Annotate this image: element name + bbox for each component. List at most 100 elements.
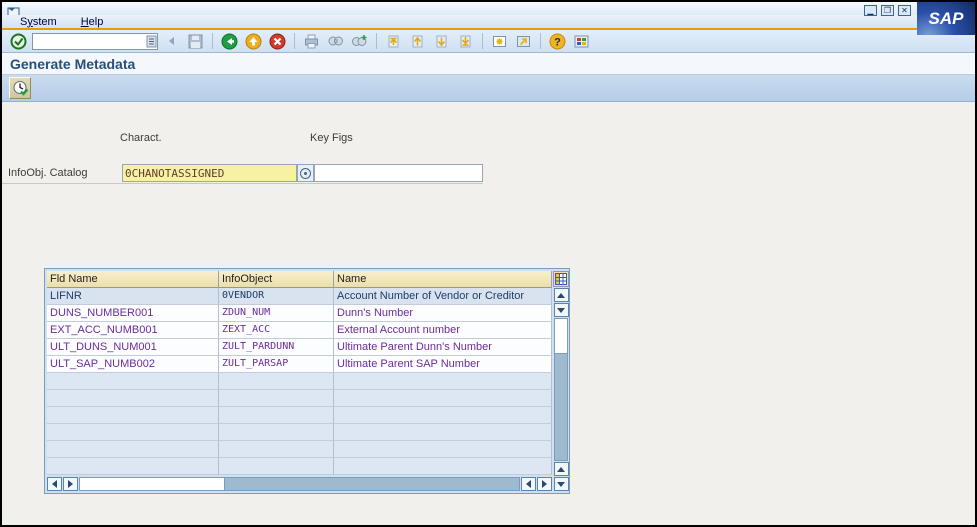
help-icon[interactable]: ? bbox=[547, 32, 568, 51]
table-settings-icon[interactable] bbox=[553, 271, 569, 287]
cell-fld-name[interactable]: DUNS_NUMBER001 bbox=[47, 305, 219, 322]
cell-name[interactable]: External Account number bbox=[334, 322, 552, 339]
catalog-label: InfoObj. Catalog bbox=[8, 167, 88, 179]
cell-name[interactable]: Ultimate Parent SAP Number bbox=[334, 356, 552, 373]
column-header-infoobject[interactable]: InfoObject bbox=[219, 271, 334, 288]
title-strip: Generate Metadata bbox=[2, 53, 975, 75]
scroll-right-end-button[interactable] bbox=[537, 476, 552, 491]
cell-empty[interactable] bbox=[334, 390, 552, 407]
table-row-empty[interactable] bbox=[47, 373, 552, 390]
cell-infoobject[interactable]: ZEXT_ACC bbox=[219, 322, 334, 339]
cancel-icon[interactable] bbox=[267, 32, 288, 51]
table-row-empty[interactable] bbox=[47, 390, 552, 407]
last-page-icon[interactable] bbox=[455, 32, 476, 51]
table-row-empty[interactable] bbox=[47, 458, 552, 475]
table-row[interactable]: ULT_SAP_NUMB002 ZULT_PARSAP Ultimate Paren… bbox=[47, 356, 552, 373]
scroll-left-button[interactable] bbox=[47, 476, 62, 491]
cell-empty[interactable] bbox=[47, 458, 219, 475]
vertical-scrollbar bbox=[553, 271, 569, 491]
cell-empty[interactable] bbox=[219, 373, 334, 390]
table-row-empty[interactable] bbox=[47, 424, 552, 441]
table-row[interactable]: ULT_DUNS_NUM001 ZULT_PARDUNN Ultimate Pare… bbox=[47, 339, 552, 356]
print-icon[interactable] bbox=[301, 32, 322, 51]
value-help-button[interactable] bbox=[297, 164, 314, 182]
cell-empty[interactable] bbox=[219, 407, 334, 424]
find-next-icon[interactable] bbox=[349, 32, 370, 51]
cell-fld-name[interactable]: ULT_DUNS_NUM001 bbox=[47, 339, 219, 356]
horizontal-scroll-thumb[interactable] bbox=[80, 477, 225, 490]
table-row-empty[interactable] bbox=[47, 407, 552, 424]
menubar: System Help bbox=[2, 15, 975, 28]
column-header-fld-name[interactable]: Fld Name bbox=[47, 271, 219, 288]
save-icon[interactable] bbox=[185, 32, 206, 51]
command-input[interactable] bbox=[33, 34, 146, 48]
vertical-scroll-thumb[interactable] bbox=[555, 319, 567, 354]
cell-name[interactable]: Account Number of Vendor or Creditor bbox=[334, 288, 552, 305]
command-combo-icon[interactable] bbox=[146, 35, 157, 48]
shortcut-icon[interactable] bbox=[513, 32, 534, 51]
scroll-down-button[interactable] bbox=[553, 303, 569, 317]
scroll-up-button[interactable] bbox=[553, 288, 569, 302]
menu-help[interactable]: Help bbox=[81, 16, 104, 28]
cell-empty[interactable] bbox=[219, 390, 334, 407]
customize-layout-icon[interactable] bbox=[571, 32, 592, 51]
back-icon[interactable] bbox=[219, 32, 240, 51]
cell-empty[interactable] bbox=[334, 424, 552, 441]
cell-infoobject[interactable]: ZDUN_NUM bbox=[219, 305, 334, 322]
find-icon[interactable] bbox=[325, 32, 346, 51]
cell-empty[interactable] bbox=[219, 441, 334, 458]
cell-empty[interactable] bbox=[47, 373, 219, 390]
table-row[interactable]: EXT_ACC_NUMB001 ZEXT_ACC External Account … bbox=[47, 322, 552, 339]
execute-button[interactable] bbox=[9, 77, 31, 99]
menu-system[interactable]: System bbox=[20, 16, 57, 28]
previous-page-icon[interactable] bbox=[407, 32, 428, 51]
command-field[interactable] bbox=[32, 32, 158, 50]
cell-fld-name[interactable]: EXT_ACC_NUMB001 bbox=[47, 322, 219, 339]
restore-button[interactable]: ❐ bbox=[881, 5, 894, 16]
cell-empty[interactable] bbox=[334, 407, 552, 424]
cell-empty[interactable] bbox=[219, 458, 334, 475]
cell-infoobject[interactable]: ZULT_PARDUNN bbox=[219, 339, 334, 356]
catalog-input[interactable] bbox=[122, 164, 297, 182]
cell-empty[interactable] bbox=[47, 407, 219, 424]
first-page-icon[interactable] bbox=[383, 32, 404, 51]
cell-fld-name[interactable]: ULT_SAP_NUMB002 bbox=[47, 356, 219, 373]
cell-empty[interactable] bbox=[219, 424, 334, 441]
keyfigs-input[interactable] bbox=[314, 164, 483, 182]
cell-fld-name[interactable]: LIFNR bbox=[47, 288, 219, 305]
toolbar-separator bbox=[376, 33, 377, 49]
titlebar bbox=[2, 2, 975, 17]
scroll-up-end-button[interactable] bbox=[553, 462, 569, 476]
vertical-scroll-track[interactable] bbox=[554, 318, 568, 461]
minimize-button[interactable]: ▁ bbox=[864, 5, 877, 16]
scroll-right-button[interactable] bbox=[63, 476, 78, 491]
cell-infoobject[interactable]: 0VENDOR bbox=[219, 288, 334, 305]
horizontal-scroll-track[interactable] bbox=[79, 476, 520, 491]
cell-empty[interactable] bbox=[334, 458, 552, 475]
table-row-empty[interactable] bbox=[47, 441, 552, 458]
scroll-left-end-button[interactable] bbox=[521, 476, 536, 491]
cell-empty[interactable] bbox=[47, 390, 219, 407]
table-row[interactable]: LIFNR 0VENDOR Account Number of Vendor or … bbox=[47, 288, 552, 305]
close-button[interactable]: ✕ bbox=[898, 5, 911, 16]
enter-icon[interactable] bbox=[8, 32, 29, 51]
table-row[interactable]: DUNS_NUMBER001 ZDUN_NUM Dunn's Number bbox=[47, 305, 552, 322]
cell-name[interactable]: Dunn's Number bbox=[334, 305, 552, 322]
cell-empty[interactable] bbox=[334, 441, 552, 458]
exit-icon[interactable] bbox=[243, 32, 264, 51]
sap-logo: SAP bbox=[917, 2, 975, 35]
scroll-down-end-button[interactable] bbox=[553, 477, 569, 491]
collapse-icon[interactable] bbox=[161, 32, 182, 51]
cell-empty[interactable] bbox=[47, 424, 219, 441]
cell-name[interactable]: Ultimate Parent Dunn's Number bbox=[334, 339, 552, 356]
column-header-name[interactable]: Name bbox=[334, 271, 552, 288]
cell-empty[interactable] bbox=[334, 373, 552, 390]
cell-empty[interactable] bbox=[47, 441, 219, 458]
page-title: Generate Metadata bbox=[10, 55, 136, 72]
next-page-icon[interactable] bbox=[431, 32, 452, 51]
new-session-icon[interactable] bbox=[489, 32, 510, 51]
cell-infoobject[interactable]: ZULT_PARSAP bbox=[219, 356, 334, 373]
standard-toolbar: ? bbox=[2, 30, 975, 53]
toolbar-separator bbox=[482, 33, 483, 49]
table-grid: Fld Name InfoObject Name LIFNR 0VENDOR Acc… bbox=[47, 271, 552, 475]
